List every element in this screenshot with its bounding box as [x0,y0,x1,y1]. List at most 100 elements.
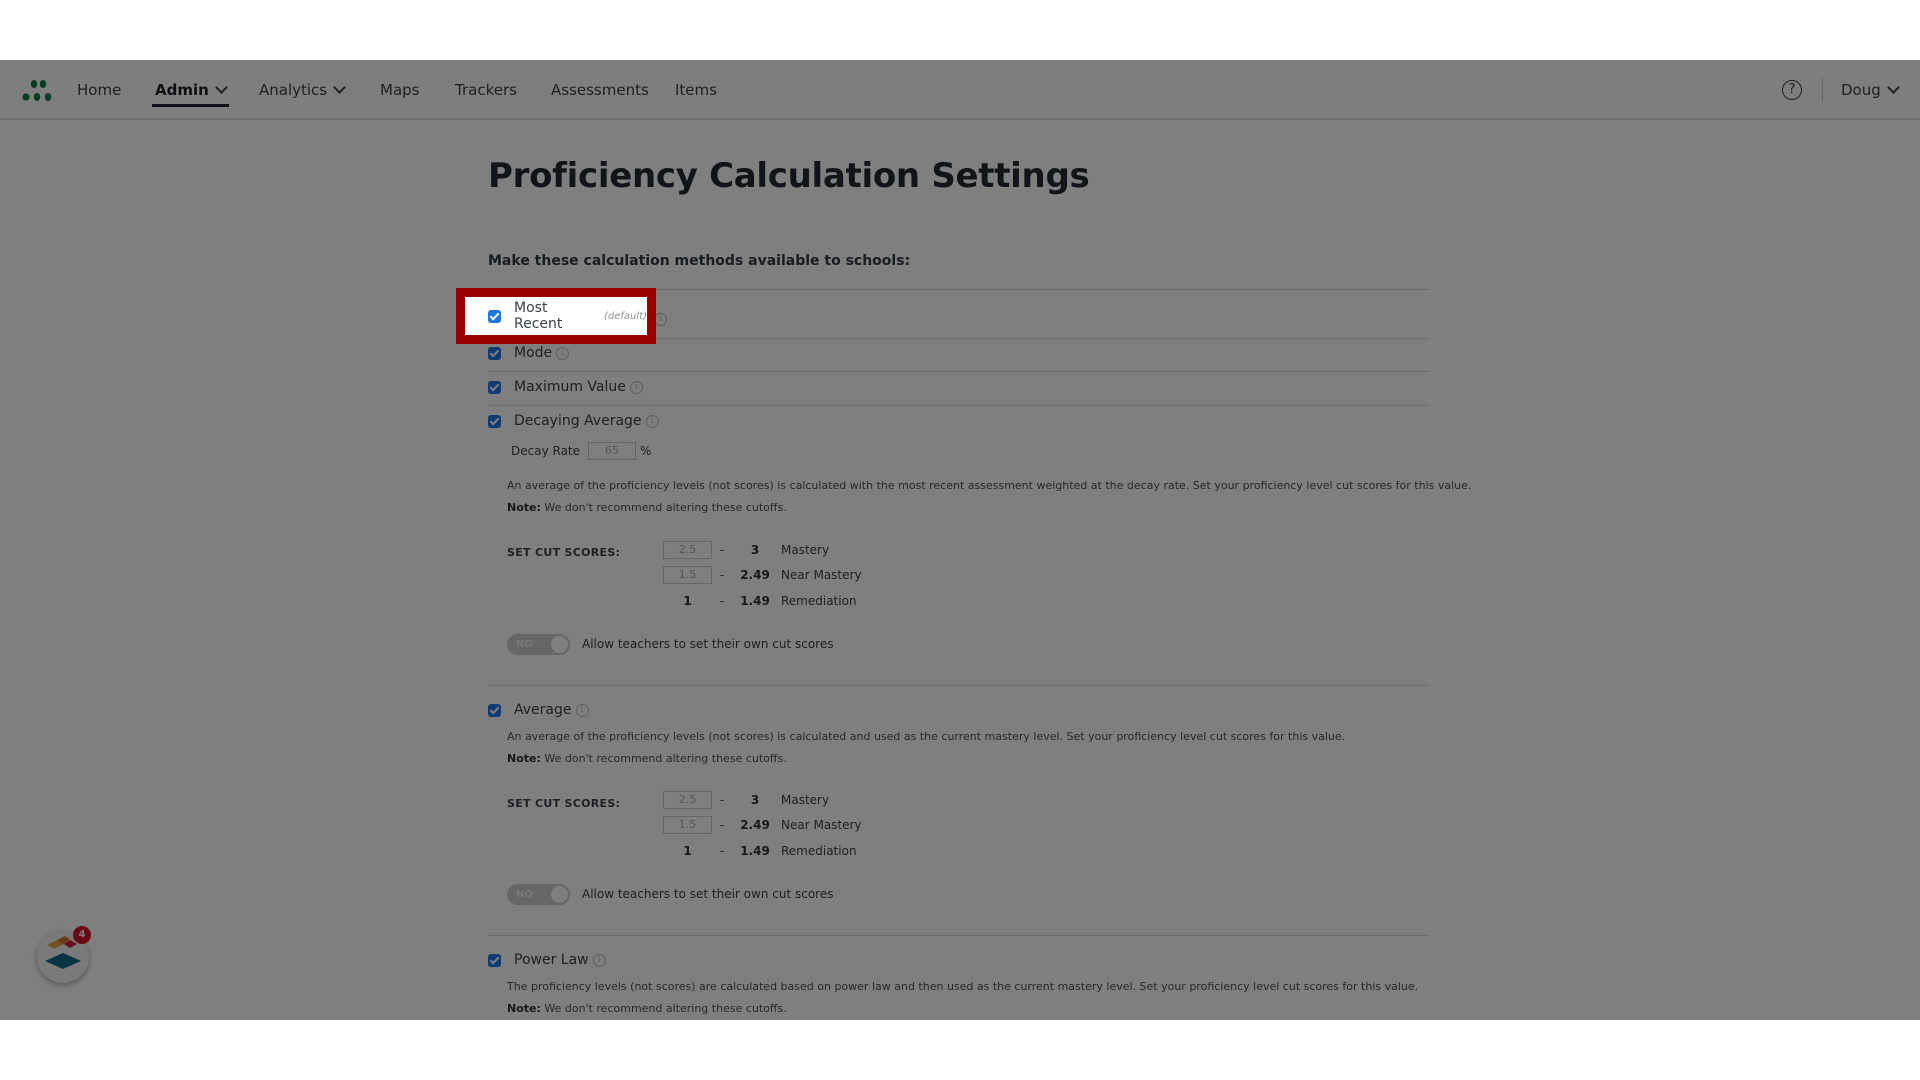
cut-score-high: 1.49 [740,844,770,858]
nav-assessments[interactable]: Assessments [551,60,649,120]
nav-maps[interactable]: Maps [380,60,419,120]
average-description: An average of the proficiency levels (no… [507,730,1346,743]
app-screen: Home Admin Analytics Maps Trackers Asses… [0,60,1920,1020]
method-label: Decaying Average [514,413,642,429]
toggle-state: NO [516,639,533,650]
nav-maps-label: Maps [380,81,420,99]
teacher-cut-scores-toggle[interactable]: NO [507,884,570,905]
cut-score-high: 2.49 [740,818,770,832]
divider [488,935,1430,936]
power-law-description: The proficiency levels (not scores) are … [507,980,1419,993]
note-label: Note: [507,752,541,765]
app-logo-icon[interactable] [22,79,58,103]
cut-score-high: 3 [750,543,760,557]
nav-admin[interactable]: Admin [152,60,229,120]
decaying-average-note: Note: We don't recommend altering these … [507,501,787,514]
user-name: Doug [1841,81,1881,99]
nav-items-label: Items [675,81,717,99]
cut-score-level: Mastery [781,793,830,807]
range-dash: - [720,568,725,582]
range-dash: - [720,793,725,807]
info-icon[interactable]: i [654,312,668,326]
cut-score-level: Near Mastery [781,818,862,832]
cut-score-low: 1 [683,844,692,858]
chevron-down-icon [1886,81,1900,94]
cut-score-low: 1 [683,594,692,608]
toggle-label: Allow teachers to set their own cut scor… [582,887,834,901]
divider [488,685,1430,686]
average-note: Note: We don't recommend altering these … [507,752,787,765]
cut-score-level: Remediation [781,844,857,858]
decaying-average-description: An average of the proficiency levels (no… [507,479,1472,492]
info-icon[interactable]: i [556,346,570,360]
chevron-down-icon [333,81,346,94]
toggle-label: Allow teachers to set their own cut scor… [582,637,834,651]
cut-score-low-input[interactable]: 2.5 [663,791,712,809]
info-icon[interactable]: i [629,380,643,394]
power-law-note: Note: We don't recommend altering these … [507,1002,787,1015]
method-label: Average [514,702,572,718]
note-text: We don't recommend altering these cutoff… [540,1002,787,1015]
assistant-widget-button[interactable]: 4 [37,926,91,983]
checkbox-mode[interactable] [488,346,501,360]
divider [488,405,1430,406]
nav-assessments-label: Assessments [551,81,649,99]
divider [488,371,1430,372]
nav-home-label: Home [77,81,122,99]
cut-score-low-input[interactable]: 2.5 [663,541,712,559]
toggle-state: NO [516,889,533,900]
method-maximum-value[interactable]: Maximum Value i [488,376,643,398]
notification-badge: 4 [73,926,91,944]
note-text: We don't recommend altering these cutoff… [540,752,787,765]
method-mode[interactable]: Mode i [488,342,570,364]
decay-rate-input[interactable]: 65 [588,442,637,460]
range-dash: - [720,844,725,858]
nav-home[interactable]: Home [77,60,121,120]
info-icon[interactable]: i [592,953,606,967]
method-average[interactable]: Average i [488,699,589,721]
nav-analytics[interactable]: Analytics [259,60,346,120]
range-dash: - [720,594,725,608]
checkbox-decaying-average[interactable] [488,414,501,428]
method-power-law[interactable]: Power Law i [488,949,606,971]
cut-scores-label: SET CUT SCORES: [507,546,621,559]
info-icon[interactable]: i [575,703,589,717]
cut-score-low-input[interactable]: 1.5 [663,816,712,834]
method-decaying-average[interactable]: Decaying Average i [488,410,659,432]
range-dash: - [720,543,725,557]
checkbox-power-law[interactable] [488,953,501,967]
method-label: Most Recent [514,300,563,332]
checkbox-average[interactable] [488,703,501,717]
range-dash: - [720,818,725,832]
cut-score-high: 1.49 [740,594,770,608]
page-title: Proficiency Calculation Settings [488,156,1090,196]
cut-score-low-input[interactable]: 1.5 [663,566,712,584]
method-label: Maximum Value [514,379,626,395]
checkbox-most-recent[interactable] [488,309,501,323]
dim-overlay [0,60,1920,1020]
checkbox-maximum-value[interactable] [488,380,501,394]
nav-analytics-label: Analytics [259,81,328,99]
methods-subheading: Make these calculation methods available… [488,253,911,269]
highlight-frame: Most Recent (default) [456,288,656,344]
note-label: Note: [507,1002,541,1015]
toggle-knob [551,886,568,903]
help-icon[interactable]: ? [1782,80,1802,100]
nav-items[interactable]: Items [675,60,717,120]
nav-trackers[interactable]: Trackers [455,60,517,120]
method-label: Mode [514,345,553,361]
info-icon[interactable]: i [645,414,659,428]
teacher-cut-scores-toggle[interactable]: NO [507,634,570,655]
note-label: Note: [507,501,541,514]
top-nav: Home Admin Analytics Maps Trackers Asses… [0,60,1920,120]
method-most-recent[interactable]: Most Recent (default) [488,300,647,332]
cut-score-high: 3 [750,793,760,807]
user-menu[interactable]: Doug [1841,60,1900,120]
nav-divider [1822,78,1823,102]
nav-admin-label: Admin [155,81,209,99]
method-label: Power Law [514,952,589,968]
nav-trackers-label: Trackers [455,81,517,99]
note-text: We don't recommend altering these cutoff… [540,501,787,514]
cut-score-level: Remediation [781,594,857,608]
percent-unit: % [640,444,652,458]
